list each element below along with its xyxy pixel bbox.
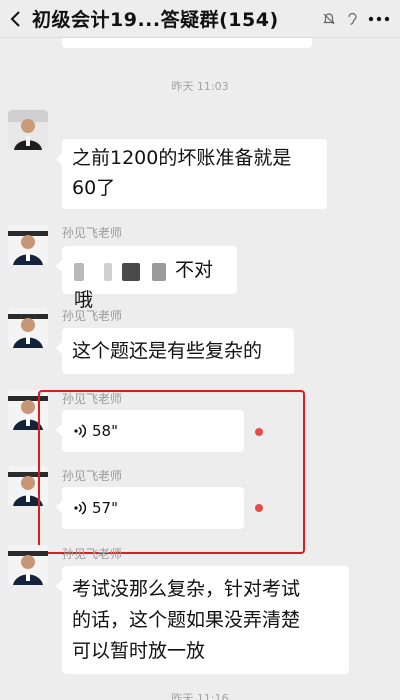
avatar[interactable] bbox=[8, 110, 48, 150]
timestamp: 昨天 11:03 bbox=[171, 80, 229, 93]
chat-header: 初级会计19...答疑群(154) bbox=[0, 0, 400, 38]
message-text: 这个题还是有些复杂的 bbox=[72, 340, 263, 362]
avatar[interactable] bbox=[8, 225, 48, 265]
message-bubble[interactable]: 之前1200的坏账准备就是 60了 bbox=[56, 139, 327, 209]
more-icon[interactable] bbox=[368, 16, 390, 22]
message-text: 60了 bbox=[72, 177, 116, 199]
message-bubble[interactable]: 这个题还是有些复杂的 bbox=[56, 328, 294, 374]
timestamp: 昨天 11:16 bbox=[171, 692, 229, 700]
redacted-content bbox=[74, 257, 169, 285]
message-bubble-partial bbox=[62, 38, 312, 48]
message-text: 的话，这个题如果没弄清楚 bbox=[72, 609, 301, 631]
ear-icon bbox=[346, 12, 358, 26]
chat-area[interactable]: 昨天 11:03 之前1200的坏账准备就是 60了 孙见飞老师 不对哦 孙见飞… bbox=[0, 38, 400, 700]
sender-name: 孙见飞老师 bbox=[62, 309, 123, 323]
message-bubble[interactable]: 考试没那么复杂，针对考试 的话，这个题如果没弄清楚 可以暂时放一放 bbox=[56, 566, 349, 674]
message-text: 考试没那么复杂，针对考试 bbox=[72, 578, 301, 600]
avatar[interactable] bbox=[8, 308, 48, 348]
back-icon[interactable] bbox=[0, 0, 32, 38]
sender-name: 孙见飞老师 bbox=[62, 547, 123, 561]
message-bubble[interactable]: 不对哦 bbox=[56, 246, 237, 311]
message-text: 之前1200的坏账准备就是 bbox=[72, 147, 292, 169]
mute-icon bbox=[322, 12, 336, 26]
message-text: 可以暂时放一放 bbox=[72, 640, 206, 662]
chat-title: 初级会计19...答疑群(154) bbox=[32, 9, 279, 31]
highlight-box bbox=[38, 390, 305, 554]
sender-name: 孙见飞老师 bbox=[62, 226, 123, 240]
avatar[interactable] bbox=[8, 545, 48, 585]
